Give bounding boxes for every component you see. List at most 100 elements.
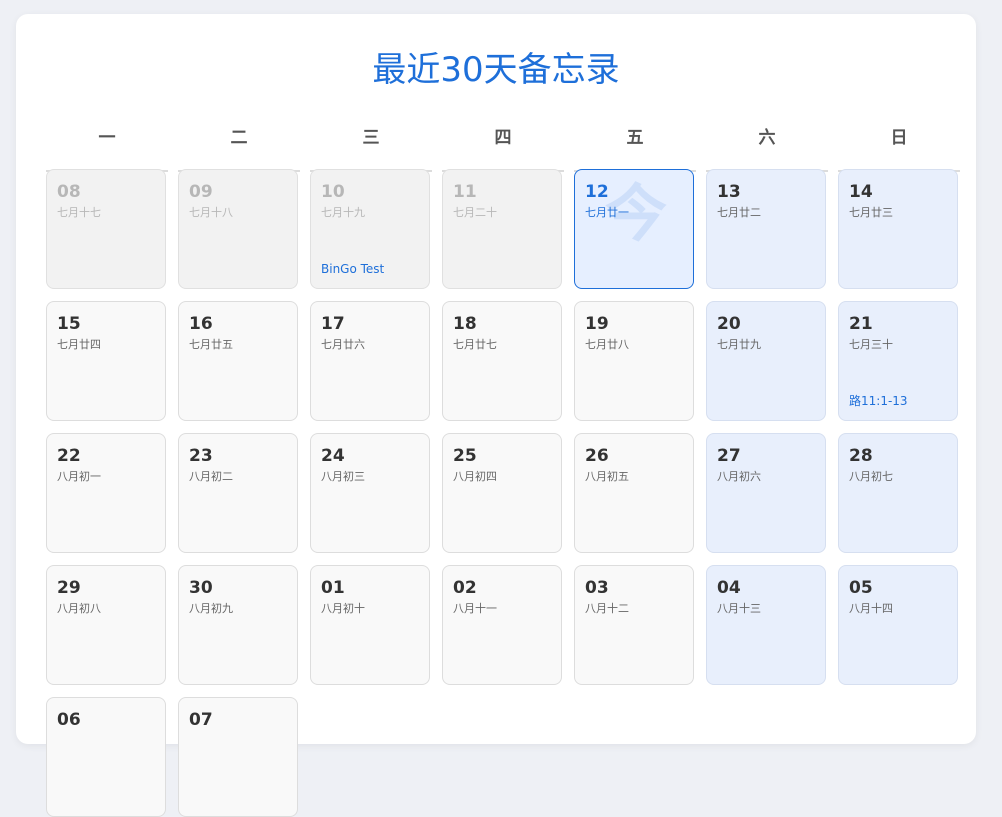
day-number: 05 (849, 578, 873, 598)
day-number: 12 (585, 182, 609, 202)
day-number: 23 (189, 446, 213, 466)
day-cell[interactable]: 13 七月廿二 (706, 169, 826, 289)
day-number: 19 (585, 314, 609, 334)
day-cell[interactable]: 28 八月初七 (838, 433, 958, 553)
day-number: 14 (849, 182, 873, 202)
day-number: 28 (849, 446, 873, 466)
day-number: 11 (453, 182, 477, 202)
lunar-date: 七月廿八 (585, 338, 629, 351)
lunar-date: 七月廿三 (849, 206, 893, 219)
day-number: 17 (321, 314, 345, 334)
day-number: 20 (717, 314, 741, 334)
day-number: 16 (189, 314, 213, 334)
lunar-date: 八月十四 (849, 602, 893, 615)
day-cell[interactable]: 17 七月廿六 (310, 301, 430, 421)
day-cell[interactable]: 27 八月初六 (706, 433, 826, 553)
lunar-date: 七月廿二 (717, 206, 761, 219)
memo-link[interactable]: 路11:1-13 (849, 394, 908, 408)
lunar-date: 七月廿一 (585, 206, 629, 219)
day-number: 09 (189, 182, 213, 202)
lunar-date: 七月廿九 (717, 338, 761, 351)
lunar-date: 八月初三 (321, 470, 365, 483)
day-cell[interactable]: 22 八月初一 (46, 433, 166, 553)
day-cell[interactable]: 29 八月初八 (46, 565, 166, 685)
lunar-date: 八月十二 (585, 602, 629, 615)
day-number: 29 (57, 578, 81, 598)
lunar-date: 七月廿六 (321, 338, 365, 351)
day-number: 13 (717, 182, 741, 202)
day-number: 24 (321, 446, 345, 466)
weekday-sat: 六 (706, 126, 828, 172)
day-cell[interactable]: 30 八月初九 (178, 565, 298, 685)
day-cell[interactable]: 07 (178, 697, 298, 817)
lunar-date: 七月廿七 (453, 338, 497, 351)
lunar-date: 八月初一 (57, 470, 101, 483)
weekday-thu: 四 (442, 126, 564, 172)
day-cell[interactable]: 04 八月十三 (706, 565, 826, 685)
weekday-mon: 一 (46, 126, 168, 172)
lunar-date: 八月初二 (189, 470, 233, 483)
day-cell[interactable]: 14 七月廿三 (838, 169, 958, 289)
weekday-header: 一 二 三 四 五 六 日 (46, 126, 960, 172)
day-cell[interactable]: 16 七月廿五 (178, 301, 298, 421)
lunar-date: 七月十七 (57, 206, 101, 219)
day-cell[interactable]: 21 七月三十路11:1-13 (838, 301, 958, 421)
day-cell[interactable]: 11 七月二十 (442, 169, 562, 289)
lunar-date: 八月初十 (321, 602, 365, 615)
day-number: 08 (57, 182, 81, 202)
day-number: 10 (321, 182, 345, 202)
day-number: 02 (453, 578, 477, 598)
weekday-fri: 五 (574, 126, 696, 172)
lunar-date: 七月十九 (321, 206, 365, 219)
day-cell[interactable]: 05 八月十四 (838, 565, 958, 685)
day-number: 06 (57, 710, 81, 730)
day-number: 27 (717, 446, 741, 466)
lunar-date: 八月初七 (849, 470, 893, 483)
weekday-tue: 二 (178, 126, 300, 172)
day-cell[interactable]: 03 八月十二 (574, 565, 694, 685)
lunar-date: 八月十一 (453, 602, 497, 615)
day-number: 04 (717, 578, 741, 598)
lunar-date: 七月二十 (453, 206, 497, 219)
weekday-sun: 日 (838, 126, 960, 172)
day-number: 07 (189, 710, 213, 730)
day-number: 22 (57, 446, 81, 466)
lunar-date: 八月十三 (717, 602, 761, 615)
day-cell[interactable]: 09 七月十八 (178, 169, 298, 289)
day-cell[interactable]: 19 七月廿八 (574, 301, 694, 421)
day-cell[interactable]: 01 八月初十 (310, 565, 430, 685)
day-number: 25 (453, 446, 477, 466)
day-number: 03 (585, 578, 609, 598)
lunar-date: 八月初六 (717, 470, 761, 483)
day-number: 15 (57, 314, 81, 334)
day-cell[interactable]: 24 八月初三 (310, 433, 430, 553)
lunar-date: 八月初九 (189, 602, 233, 615)
day-cell[interactable]: 26 八月初五 (574, 433, 694, 553)
day-cell[interactable]: 02 八月十一 (442, 565, 562, 685)
lunar-date: 八月初四 (453, 470, 497, 483)
day-cell[interactable]: 15 七月廿四 (46, 301, 166, 421)
lunar-date: 八月初五 (585, 470, 629, 483)
day-cell[interactable]: 23 八月初二 (178, 433, 298, 553)
day-cell-today[interactable]: 今 12 七月廿一 (574, 169, 694, 289)
day-cell[interactable]: 08 七月十七 (46, 169, 166, 289)
weekday-wed: 三 (310, 126, 432, 172)
day-cell[interactable]: 25 八月初四 (442, 433, 562, 553)
calendar-card: 最近30天备忘录 一 二 三 四 五 六 日 08 七月十七 09 七月十八 10 七月十… (16, 14, 976, 817)
lunar-date: 八月初八 (57, 602, 101, 615)
day-number: 30 (189, 578, 213, 598)
day-number: 21 (849, 314, 873, 334)
day-number: 18 (453, 314, 477, 334)
day-number: 26 (585, 446, 609, 466)
lunar-date: 七月十八 (189, 206, 233, 219)
lunar-date: 七月廿四 (57, 338, 101, 351)
lunar-date: 七月廿五 (189, 338, 233, 351)
day-cell[interactable]: 06 (46, 697, 166, 817)
day-cell[interactable]: 10 七月十九 BinGo Test (310, 169, 430, 289)
day-cell[interactable]: 20 七月廿九 (706, 301, 826, 421)
memo-link[interactable]: BinGo Test (321, 262, 384, 276)
lunar-date: 七月三十 (849, 338, 893, 351)
day-number: 01 (321, 578, 345, 598)
day-cell[interactable]: 18 七月廿七 (442, 301, 562, 421)
page-title: 最近30天备忘录 (372, 50, 620, 90)
